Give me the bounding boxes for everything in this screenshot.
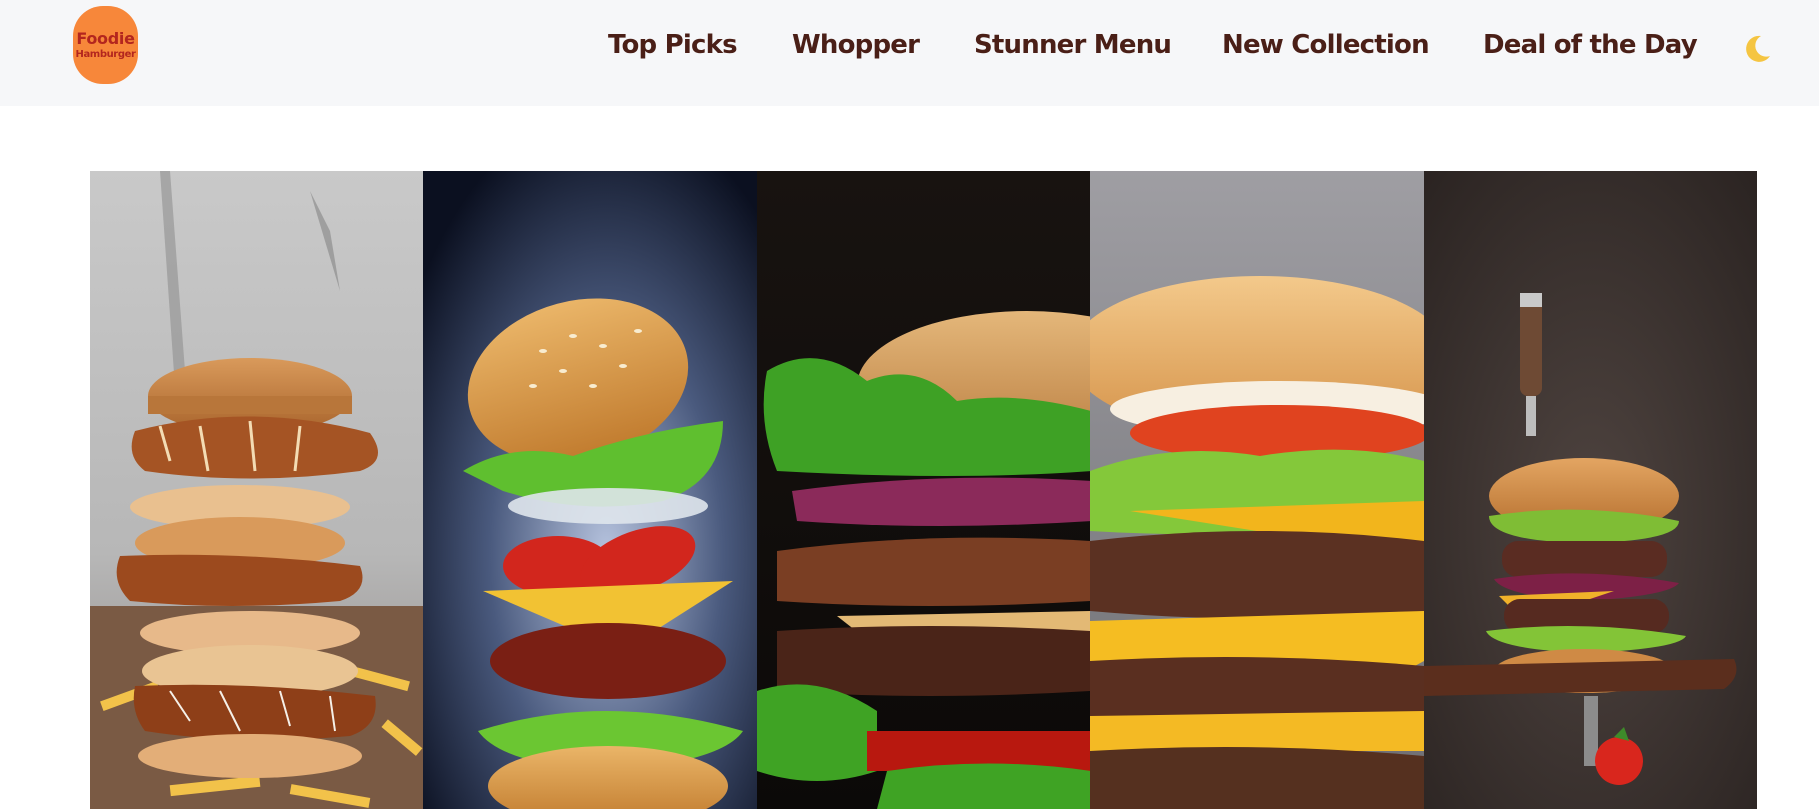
triple-cheeseburger-image xyxy=(1090,171,1424,809)
nav-whopper[interactable]: Whopper xyxy=(792,30,920,60)
gallery-panel-dark-burger[interactable] xyxy=(756,171,1091,809)
gallery-panel-floating-burger[interactable] xyxy=(423,171,757,809)
navbar: Foodie Hamburger Top Picks Whopper Stunn… xyxy=(0,0,1819,106)
moon-icon[interactable] xyxy=(1739,32,1773,66)
gallery-panel-stacked-burger[interactable] xyxy=(90,171,424,809)
brand-logo[interactable]: Foodie Hamburger xyxy=(73,6,138,84)
knife-burger-image xyxy=(1423,171,1757,809)
stacked-burger-image xyxy=(90,171,424,809)
gallery-panel-knife-burger[interactable] xyxy=(1423,171,1757,809)
dark-burger-image xyxy=(756,171,1091,809)
nav-deal-of-the-day[interactable]: Deal of the Day xyxy=(1483,30,1698,60)
floating-burger-image xyxy=(423,171,757,809)
nav-top-picks[interactable]: Top Picks xyxy=(608,30,738,60)
brand-line-1: Foodie xyxy=(76,28,135,48)
nav-stunner-menu[interactable]: Stunner Menu xyxy=(974,30,1172,60)
nav-new-collection[interactable]: New Collection xyxy=(1222,30,1430,60)
brand-line-2: Hamburger xyxy=(75,48,136,60)
gallery-panel-triple-cheeseburger[interactable] xyxy=(1090,171,1424,809)
burger-gallery xyxy=(90,171,1757,809)
